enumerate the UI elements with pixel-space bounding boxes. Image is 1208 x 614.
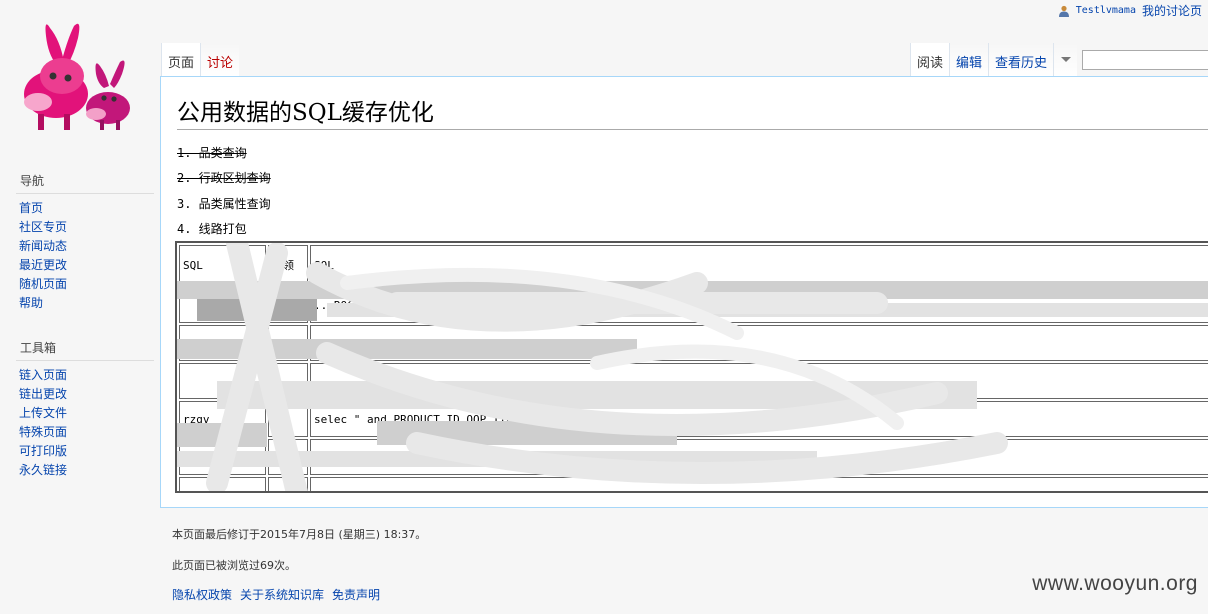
list-item-4: 4. 线路打包 <box>177 222 247 236</box>
toolbox-heading: 工具箱 <box>16 339 154 361</box>
my-talk-link[interactable]: 我的讨论页 <box>1142 2 1202 19</box>
personal-tools: Testlvmama 我的讨论页 <box>1058 2 1202 19</box>
user-icon <box>1058 5 1069 17</box>
nav-heading: 导航 <box>16 172 154 194</box>
tab-discussion[interactable]: 讨论 <box>200 43 240 77</box>
site-logo[interactable] <box>16 18 140 136</box>
tool-permanent-link[interactable]: 永久链接 <box>19 463 67 477</box>
nav-item-main-page[interactable]: 首页 <box>19 201 43 215</box>
footer-info: 本页面最后修订于2015年7月8日 (星期三) 18:37。 此页面已被浏览过6… <box>172 526 426 588</box>
nav-item-help[interactable]: 帮助 <box>19 296 43 310</box>
nav-item-news[interactable]: 新闻动态 <box>19 239 67 253</box>
tool-special-pages[interactable]: 特殊页面 <box>19 425 67 439</box>
list-item-1: 1. 品类查询 <box>177 146 247 160</box>
more-actions-dropdown[interactable] <box>1053 43 1078 77</box>
tool-upload-file[interactable]: 上传文件 <box>19 406 67 420</box>
tab-page[interactable]: 页面 <box>161 43 201 77</box>
last-modified-text: 本页面最后修订于2015年7月8日 (星期三) 18:37。 <box>172 528 427 541</box>
tool-what-links-here[interactable]: 链入页面 <box>19 368 67 382</box>
about-link[interactable]: 关于系统知识库 <box>240 586 324 603</box>
sql-table: SQL 认领 SQL ...ROCONT_ID... rzgv <box>175 241 1208 493</box>
user-link[interactable]: Testlvmama <box>1076 5 1136 16</box>
disclaimer-link[interactable]: 免责声明 <box>332 586 380 603</box>
search-input[interactable] <box>1082 50 1208 70</box>
list-item-2: 2. 行政区划查询 <box>177 171 271 185</box>
toolbox-portal: 工具箱 链入页面 链出更改 上传文件 特殊页面 可打印版 永久链接 <box>16 339 154 480</box>
tool-related-changes[interactable]: 链出更改 <box>19 387 67 401</box>
page-title: 公用数据的SQL缓存优化 <box>177 93 1208 130</box>
nav-portal: 导航 首页 社区专页 新闻动态 最近更改 随机页面 帮助 <box>16 172 154 313</box>
view-count-text: 此页面已被浏览过69次。 <box>172 559 296 572</box>
main-content: 公用数据的SQL缓存优化 1. 品类查询 2. 行政区划查询 3. 品类属性查询… <box>160 76 1208 508</box>
tool-printable-version[interactable]: 可打印版 <box>19 444 67 458</box>
view-tabs: 阅读 编辑 查看历史 <box>910 43 1078 77</box>
namespace-tabs: 页面 讨论 <box>161 43 240 77</box>
nav-item-community[interactable]: 社区专页 <box>19 220 67 234</box>
redaction-scribble <box>206 243 1008 491</box>
tab-history[interactable]: 查看历史 <box>988 43 1054 77</box>
tab-read[interactable]: 阅读 <box>910 43 950 77</box>
watermark-text: www.wooyun.org <box>1032 572 1198 595</box>
tab-edit[interactable]: 编辑 <box>949 43 989 77</box>
privacy-policy-link[interactable]: 隐私权政策 <box>172 586 232 603</box>
footer-links: 隐私权政策 关于系统知识库 免责声明 <box>172 586 380 603</box>
chevron-down-icon <box>1060 57 1071 62</box>
list-item-3: 3. 品类属性查询 <box>177 197 271 211</box>
nav-item-random-page[interactable]: 随机页面 <box>19 277 67 291</box>
nav-item-recent-changes[interactable]: 最近更改 <box>19 258 67 272</box>
